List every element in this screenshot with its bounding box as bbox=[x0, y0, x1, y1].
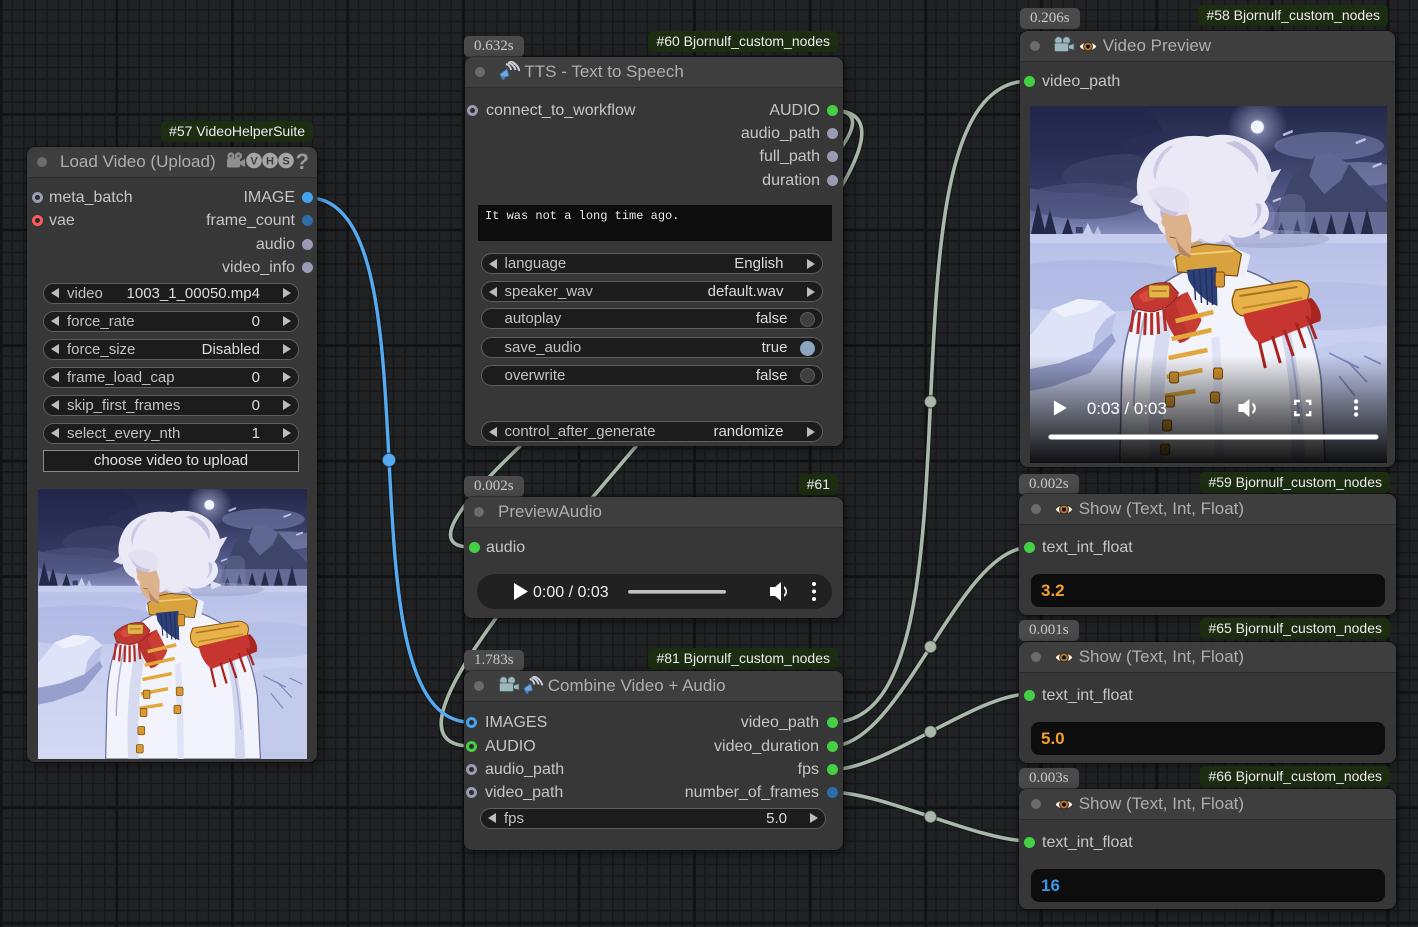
svg-text:S: S bbox=[282, 156, 289, 168]
svg-text:V: V bbox=[250, 156, 258, 168]
svg-text:H: H bbox=[266, 156, 274, 168]
svg-text:0:00 / 0:03: 0:00 / 0:03 bbox=[533, 584, 609, 601]
svg-text:0:03 / 0:03: 0:03 / 0:03 bbox=[1087, 399, 1167, 418]
